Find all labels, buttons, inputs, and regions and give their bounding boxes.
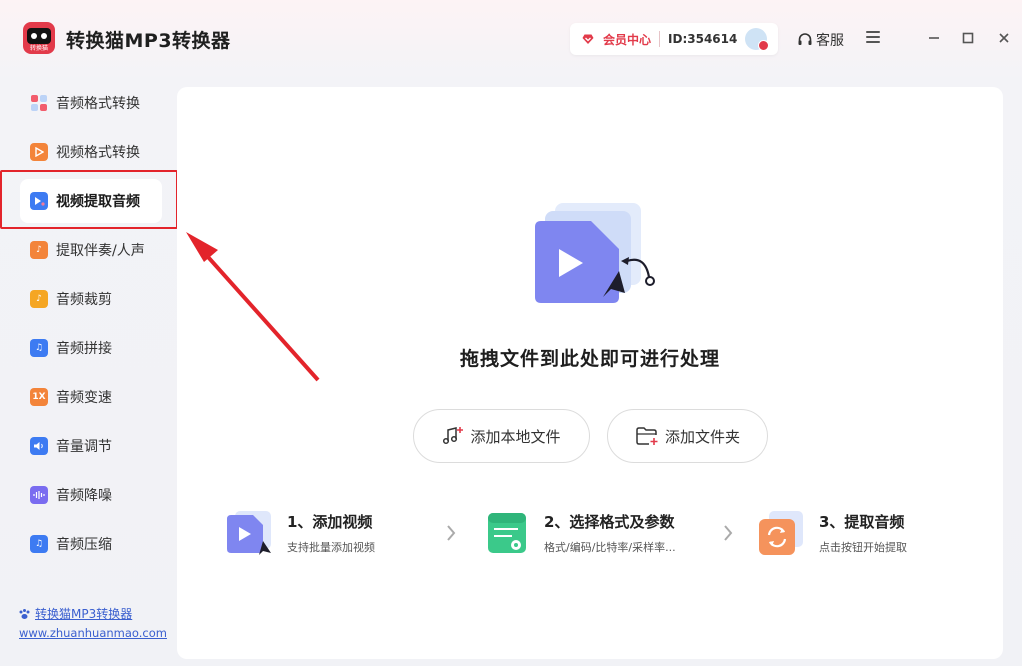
minimize-icon: [929, 37, 939, 39]
sidebar-item-label: 音频变速: [56, 390, 112, 406]
sidebar-item-label: 音频降噪: [56, 488, 112, 504]
add-local-file-button[interactable]: 添加本地文件: [413, 409, 590, 463]
sidebar-item-audio-cut[interactable]: ♪ 音频裁剪: [20, 277, 162, 321]
avatar[interactable]: [745, 28, 770, 51]
menu-icon[interactable]: [866, 31, 880, 45]
audio-speed-icon: 1X: [30, 388, 48, 406]
maximize-button[interactable]: [958, 28, 978, 48]
divider: [659, 31, 661, 47]
step-title: 2、选择格式及参数: [544, 513, 675, 531]
title-bar: 转换猫 转换猫MP3转换器 会员中心 ID:354614 客服: [0, 0, 1022, 78]
drop-zone[interactable]: 拖拽文件到此处即可进行处理 添加本地文件 添加文件夹 1、添加视频 支持批量添加…: [177, 87, 1003, 659]
sidebar-item-label: 音频格式转换: [56, 96, 140, 112]
drop-instruction: 拖拽文件到此处即可进行处理: [459, 348, 720, 370]
sidebar-item-audio-join[interactable]: ♫ 音频拼接: [20, 326, 162, 370]
format-settings-icon: [488, 513, 526, 553]
step-title: 1、添加视频: [287, 513, 373, 531]
sidebar-item-denoise[interactable]: 音频降噪: [20, 473, 162, 517]
paw-icon: [19, 608, 30, 619]
add-folder-label: 添加文件夹: [664, 427, 740, 446]
step-description: 格式/编码/比特率/采样率...: [544, 541, 676, 554]
member-center-pill[interactable]: 会员中心 ID:354614: [570, 23, 778, 55]
video-format-icon: [30, 143, 48, 161]
sidebar: 音频格式转换 视频格式转换 视频提取音频 ♪ 提取伴奏/人声 ♪ 音频裁剪 ♫ …: [0, 78, 178, 666]
sidebar-item-audio-compress[interactable]: ♫ 音频压缩: [20, 522, 162, 566]
maximize-icon: [962, 32, 974, 44]
app-logo: 转换猫: [23, 22, 55, 54]
headset-icon: [798, 33, 812, 45]
footer-link-label: 转换猫MP3转换器: [35, 607, 133, 621]
sidebar-item-audio-speed[interactable]: 1X 音频变速: [20, 375, 162, 419]
sidebar-item-label: 提取伴奏/人声: [56, 243, 145, 259]
footer-app-link[interactable]: 转换猫MP3转换器: [18, 605, 132, 622]
extract-vocal-icon: ♪: [30, 241, 48, 259]
customer-service-label: 客服: [816, 33, 844, 49]
add-video-icon: [227, 511, 271, 555]
step-title: 3、提取音频: [819, 513, 905, 531]
minimize-button[interactable]: [924, 28, 944, 48]
audio-format-icon: [30, 94, 48, 112]
user-id: ID:354614: [668, 32, 738, 46]
add-local-file-label: 添加本地文件: [470, 427, 561, 446]
audio-compress-icon: ♫: [30, 535, 48, 553]
sidebar-item-video-format[interactable]: 视频格式转换: [20, 130, 162, 174]
add-folder-icon: [636, 427, 658, 445]
sidebar-item-label: 音频裁剪: [56, 292, 112, 308]
step-description: 支持批量添加视频: [287, 541, 375, 554]
sidebar-item-audio-format[interactable]: 音频格式转换: [20, 81, 162, 125]
sidebar-item-label: 视频格式转换: [56, 145, 140, 161]
highlight-annotation-box: [0, 170, 178, 229]
footer-url-link[interactable]: www.zhuanhuanmao.com: [19, 626, 167, 640]
customer-service-button[interactable]: 客服: [797, 30, 844, 50]
step-add-video: 1、添加视频 支持批量添加视频: [225, 505, 425, 561]
step-select-format: 2、选择格式及参数 格式/编码/比特率/采样率...: [482, 505, 702, 561]
vip-badge-icon: [758, 40, 770, 51]
vip-diamond-icon: [582, 34, 594, 44]
chevron-right-icon: [447, 525, 456, 541]
audio-cut-icon: ♪: [30, 290, 48, 308]
add-folder-button[interactable]: 添加文件夹: [607, 409, 768, 463]
add-music-file-icon: [443, 427, 464, 445]
volume-icon: [30, 437, 48, 455]
sidebar-item-label: 音频压缩: [56, 537, 112, 553]
denoise-icon: [30, 486, 48, 504]
audio-join-icon: ♫: [30, 339, 48, 357]
sidebar-item-volume[interactable]: 音量调节: [20, 424, 162, 468]
close-icon: [999, 33, 1009, 43]
close-button[interactable]: [994, 28, 1014, 48]
drop-files-illustration: [535, 203, 655, 303]
step-description: 点击按钮开始提取: [819, 541, 907, 554]
sidebar-item-label: 音频拼接: [56, 341, 112, 357]
vip-center-label[interactable]: 会员中心: [603, 31, 651, 48]
step-extract-audio: 3、提取音频 点击按钮开始提取: [757, 505, 957, 561]
sidebar-item-label: 音量调节: [56, 439, 112, 455]
app-title: 转换猫MP3转换器: [66, 30, 231, 52]
sidebar-item-extract-vocal[interactable]: ♪ 提取伴奏/人声: [20, 228, 162, 272]
chevron-right-icon: [724, 525, 733, 541]
extract-audio-icon: [759, 511, 803, 555]
